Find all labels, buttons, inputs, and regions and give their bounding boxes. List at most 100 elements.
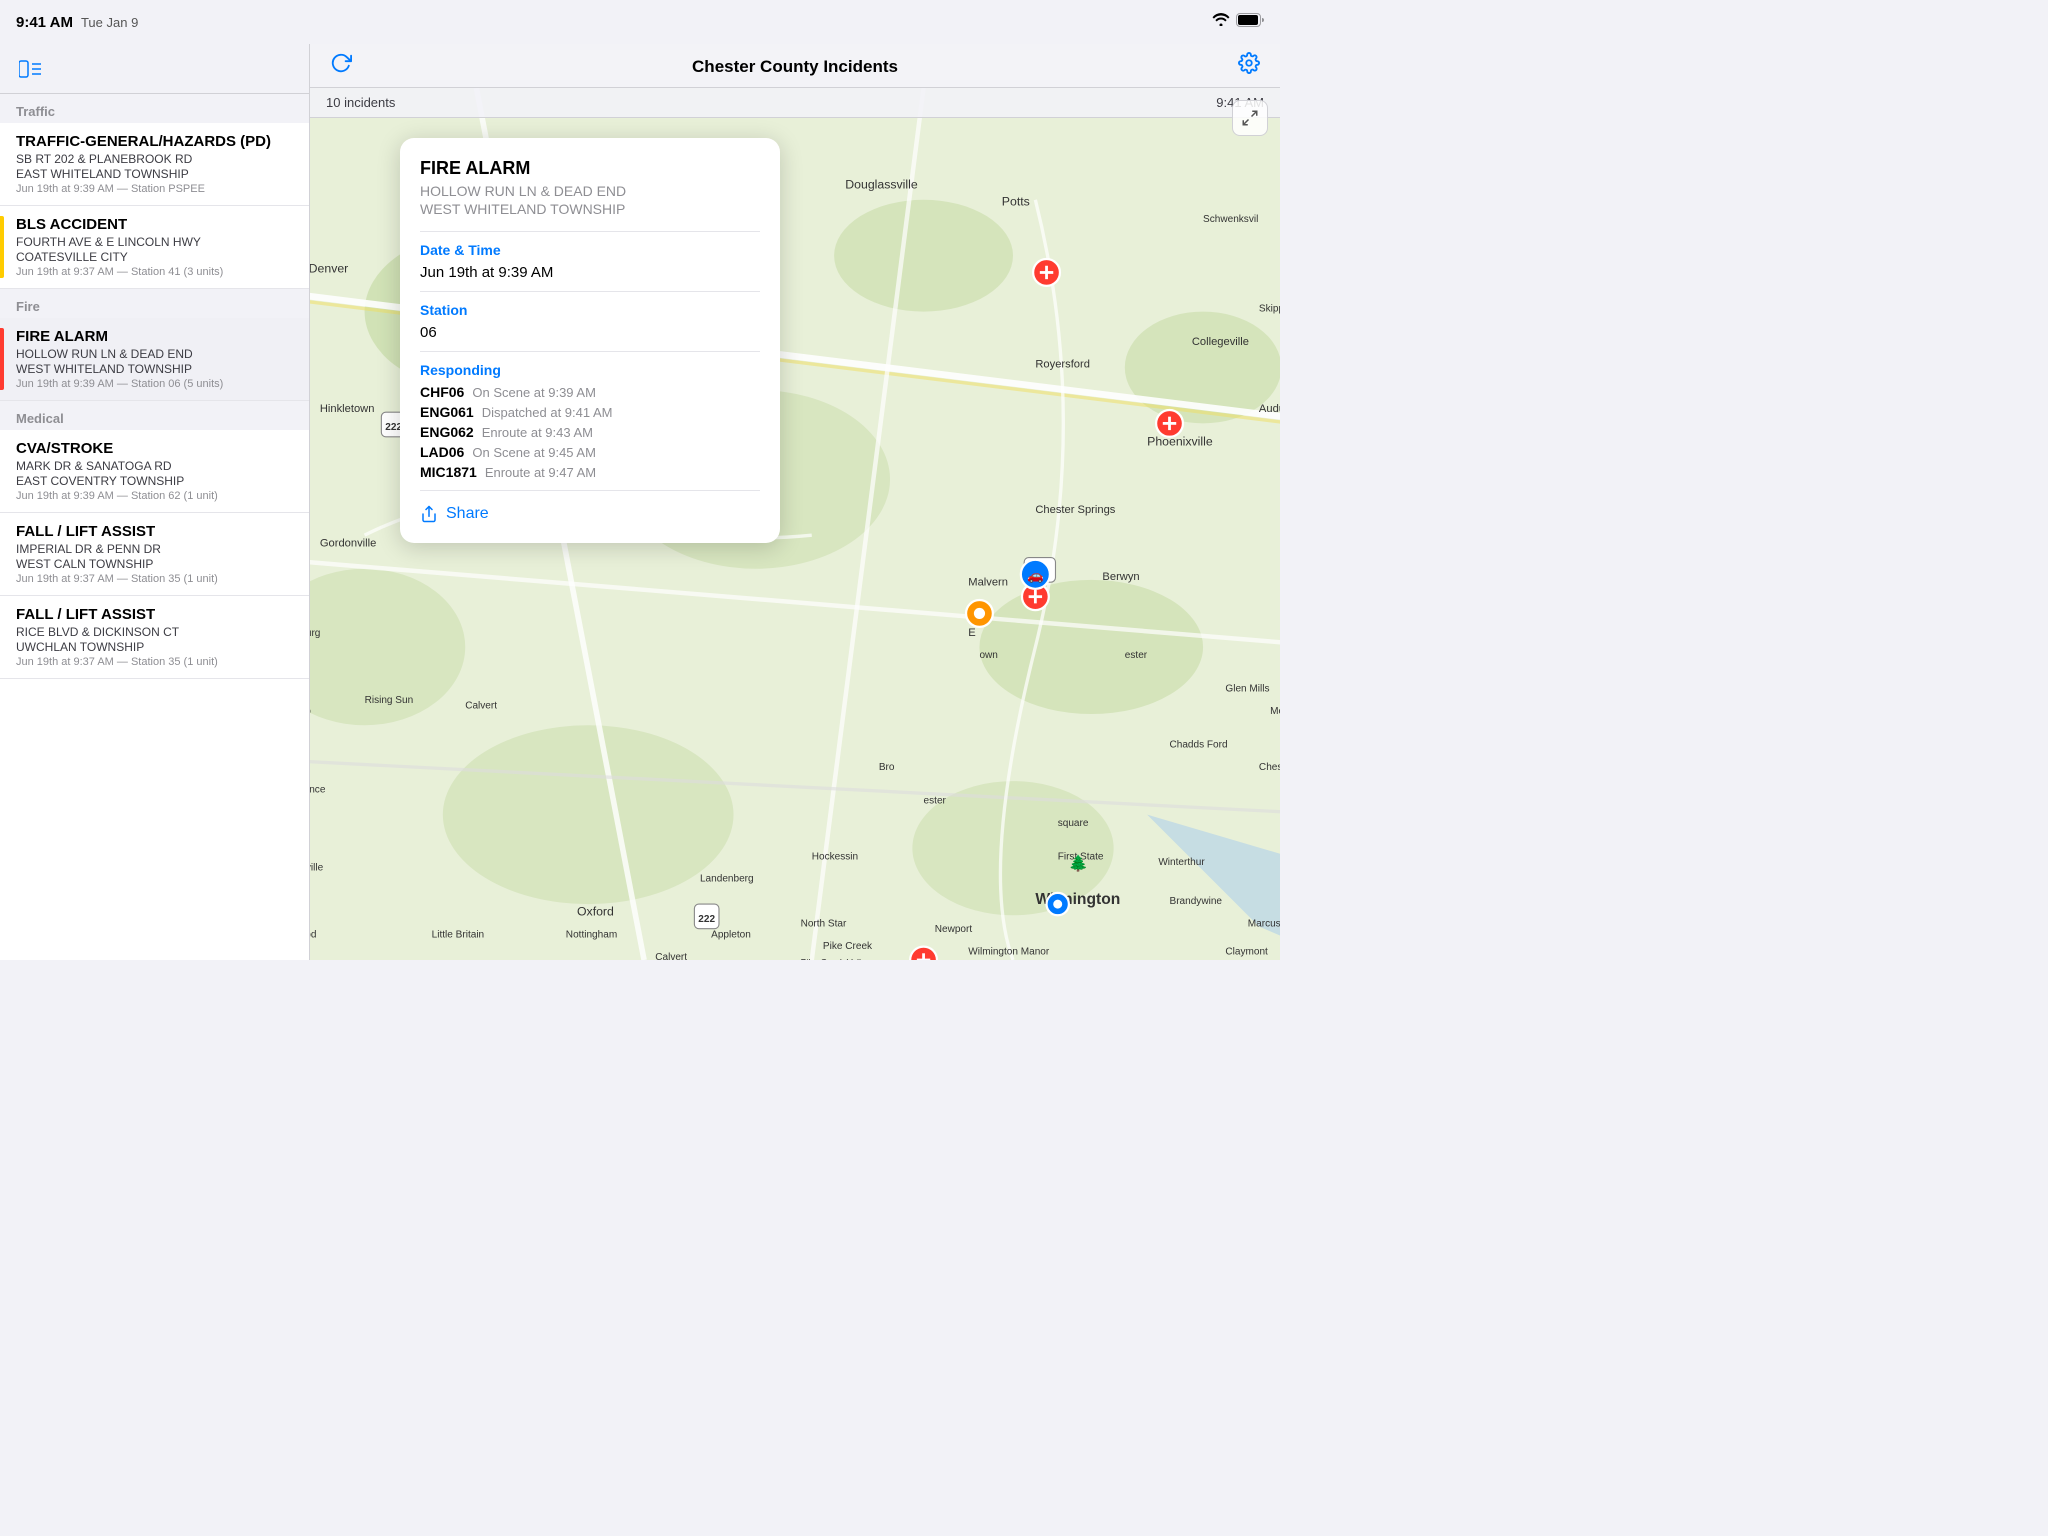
responding-unit-row: LAD06 On Scene at 9:45 AM bbox=[420, 444, 760, 460]
svg-text:Hinkletown: Hinkletown bbox=[320, 403, 375, 415]
svg-text:Brandywine: Brandywine bbox=[1170, 896, 1223, 907]
svg-text:Gordonville: Gordonville bbox=[320, 537, 376, 549]
svg-text:Little Britain: Little Britain bbox=[432, 930, 485, 941]
incident-meta: Jun 19th at 9:37 AM — Station 41 (3 unit… bbox=[16, 266, 293, 278]
incident-meta: Jun 19th at 9:37 AM — Station 35 (1 unit… bbox=[16, 656, 293, 668]
responding-unit-row: ENG061Dispatched at 9:41 AM bbox=[420, 404, 760, 420]
unit-name: MIC1871 bbox=[420, 464, 477, 480]
svg-text:Schwenksvil: Schwenksvil bbox=[1203, 214, 1258, 225]
svg-text:Collegeville: Collegeville bbox=[1192, 336, 1249, 348]
svg-text:E: E bbox=[968, 627, 975, 639]
incident-title: FALL / LIFT ASSIST bbox=[16, 606, 293, 623]
unit-status: Enroute at 9:47 AM bbox=[485, 465, 596, 480]
incident-title: CVA/STROKE bbox=[16, 440, 293, 457]
incident-title: BLS ACCIDENT bbox=[16, 216, 293, 233]
svg-text:Appleton: Appleton bbox=[711, 930, 751, 941]
incident-township: UWCHLAN TOWNSHIP bbox=[16, 640, 293, 654]
svg-text:Royersford: Royersford bbox=[1035, 358, 1090, 370]
sidebar: Traffic TRAFFIC-GENERAL/HAZARDS (PD) SB … bbox=[0, 44, 310, 960]
incident-address: RICE BLVD & DICKINSON CT bbox=[16, 625, 293, 639]
svg-text:Winterthur: Winterthur bbox=[1158, 857, 1205, 868]
svg-text:ester: ester bbox=[1125, 650, 1148, 661]
incident-item-selected[interactable]: FIRE ALARM HOLLOW RUN LN & DEAD END WEST… bbox=[0, 318, 309, 401]
popup-title: FIRE ALARM bbox=[420, 158, 760, 179]
popup-divider-4 bbox=[420, 490, 760, 491]
responding-unit-row: MIC1871 Enroute at 9:47 AM bbox=[420, 464, 760, 480]
svg-text:Calvert: Calvert bbox=[465, 700, 497, 711]
svg-text:Potts: Potts bbox=[1002, 194, 1030, 208]
popup-address: HOLLOW RUN LN & DEAD END bbox=[420, 183, 760, 199]
svg-text:Audubon: Audubon bbox=[1259, 403, 1280, 415]
svg-text:Media: Media bbox=[1270, 706, 1280, 717]
incident-meta: Jun 19th at 9:37 AM — Station 35 (1 unit… bbox=[16, 573, 293, 585]
unit-status: On Scene at 9:39 AM bbox=[472, 385, 596, 400]
svg-text:ester: ester bbox=[924, 795, 947, 806]
share-label: Share bbox=[446, 505, 489, 523]
popup-divider-1 bbox=[420, 231, 760, 232]
wifi-icon bbox=[1212, 13, 1230, 31]
svg-text:Bro: Bro bbox=[879, 762, 895, 773]
svg-text:Skippack: Skippack bbox=[1259, 304, 1280, 315]
popup-units: CHF06 On Scene at 9:39 AM ENG061Dispatched… bbox=[420, 384, 760, 480]
svg-text:Newport: Newport bbox=[935, 924, 973, 935]
svg-text:Calvert: Calvert bbox=[655, 952, 687, 960]
incident-item[interactable]: FALL / LIFT ASSIST IMPERIAL DR & PENN DR… bbox=[0, 513, 309, 596]
incident-address: SB RT 202 & PLANEBROOK RD bbox=[16, 152, 293, 166]
unit-status: On Scene at 9:45 AM bbox=[472, 445, 596, 460]
section-header-traffic: Traffic bbox=[0, 94, 309, 123]
unit-status: Dispatched at 9:41 AM bbox=[482, 405, 613, 420]
incident-item[interactable]: TRAFFIC-GENERAL/HAZARDS (PD) SB RT 202 &… bbox=[0, 123, 309, 206]
svg-text:Chester Heights: Chester Heights bbox=[1259, 762, 1280, 773]
expand-map-button[interactable] bbox=[1232, 100, 1268, 136]
popup-divider-3 bbox=[420, 351, 760, 352]
svg-text:own: own bbox=[979, 650, 997, 661]
svg-text:Rising Sun: Rising Sun bbox=[365, 695, 414, 706]
incident-meta: Jun 19th at 9:39 AM — Station 62 (1 unit… bbox=[16, 490, 293, 502]
incident-title: TRAFFIC-GENERAL/HAZARDS (PD) bbox=[16, 133, 293, 150]
refresh-button[interactable] bbox=[330, 52, 352, 77]
svg-text:Hockessin: Hockessin bbox=[812, 851, 858, 862]
svg-text:Oxford: Oxford bbox=[577, 904, 614, 918]
incident-item[interactable]: BLS ACCIDENT FOURTH AVE & E LINCOLN HWY … bbox=[0, 206, 309, 289]
svg-text:Glen Mills: Glen Mills bbox=[1225, 684, 1269, 695]
popup-card: FIRE ALARM HOLLOW RUN LN & DEAD END WEST… bbox=[400, 138, 780, 543]
incident-meta-fire: Jun 19th at 9:39 AM — Station 06 (5 unit… bbox=[16, 378, 293, 390]
unit-name: ENG062 bbox=[420, 424, 474, 440]
incident-address: MARK DR & SANATOGA RD bbox=[16, 459, 293, 473]
popup-share-button[interactable]: Share bbox=[420, 505, 489, 523]
svg-text:Phoenixville: Phoenixville bbox=[1147, 435, 1213, 449]
svg-text:Quarryville: Quarryville bbox=[310, 863, 324, 874]
incident-address: FOURTH AVE & E LINCOLN HWY bbox=[16, 235, 293, 249]
incident-item[interactable]: CVA/STROKE MARK DR & SANATOGA RD EAST CO… bbox=[0, 430, 309, 513]
section-header-fire: Fire bbox=[0, 289, 309, 318]
svg-text:Marcus Hook: Marcus Hook bbox=[1248, 918, 1280, 929]
incident-title-fire: FIRE ALARM bbox=[16, 328, 293, 345]
popup-station-value: 06 bbox=[420, 324, 760, 341]
svg-text:Denver: Denver bbox=[310, 261, 348, 275]
sidebar-toggle-button[interactable] bbox=[14, 53, 46, 85]
svg-text:Landenberg: Landenberg bbox=[700, 874, 754, 885]
incident-item[interactable]: FALL / LIFT ASSIST RICE BLVD & DICKINSON… bbox=[0, 596, 309, 679]
priority-bar bbox=[0, 216, 4, 278]
status-time: 9:41 AM bbox=[16, 14, 73, 31]
unit-status: Enroute at 9:43 AM bbox=[482, 425, 593, 440]
map-area[interactable]: Denver Adamstown Birdsboro Douglassville… bbox=[310, 88, 1280, 960]
responding-unit-row: CHF06 On Scene at 9:39 AM bbox=[420, 384, 760, 400]
sidebar-header bbox=[0, 44, 309, 94]
unit-name: LAD06 bbox=[420, 444, 464, 460]
svg-text:Wilmington Manor: Wilmington Manor bbox=[968, 946, 1050, 957]
incident-meta: Jun 19th at 9:39 AM — Station PSPEE bbox=[16, 183, 293, 195]
popup-responding-label: Responding bbox=[420, 362, 760, 378]
section-header-medical: Medical bbox=[0, 401, 309, 430]
popup-station-label: Station bbox=[420, 302, 760, 318]
battery-icon bbox=[1236, 13, 1264, 32]
incident-township-fire: WEST WHITELAND TOWNSHIP bbox=[16, 362, 293, 376]
svg-text:Providence: Providence bbox=[310, 784, 326, 795]
incident-address: IMPERIAL DR & PENN DR bbox=[16, 542, 293, 556]
settings-button[interactable] bbox=[1238, 52, 1260, 77]
status-date: Tue Jan 9 bbox=[81, 15, 138, 30]
popup-datetime-value: Jun 19th at 9:39 AM bbox=[420, 264, 760, 281]
unit-name: CHF06 bbox=[420, 384, 464, 400]
svg-text:Malvern: Malvern bbox=[968, 576, 1008, 588]
svg-text:Kirkwood: Kirkwood bbox=[310, 930, 316, 941]
